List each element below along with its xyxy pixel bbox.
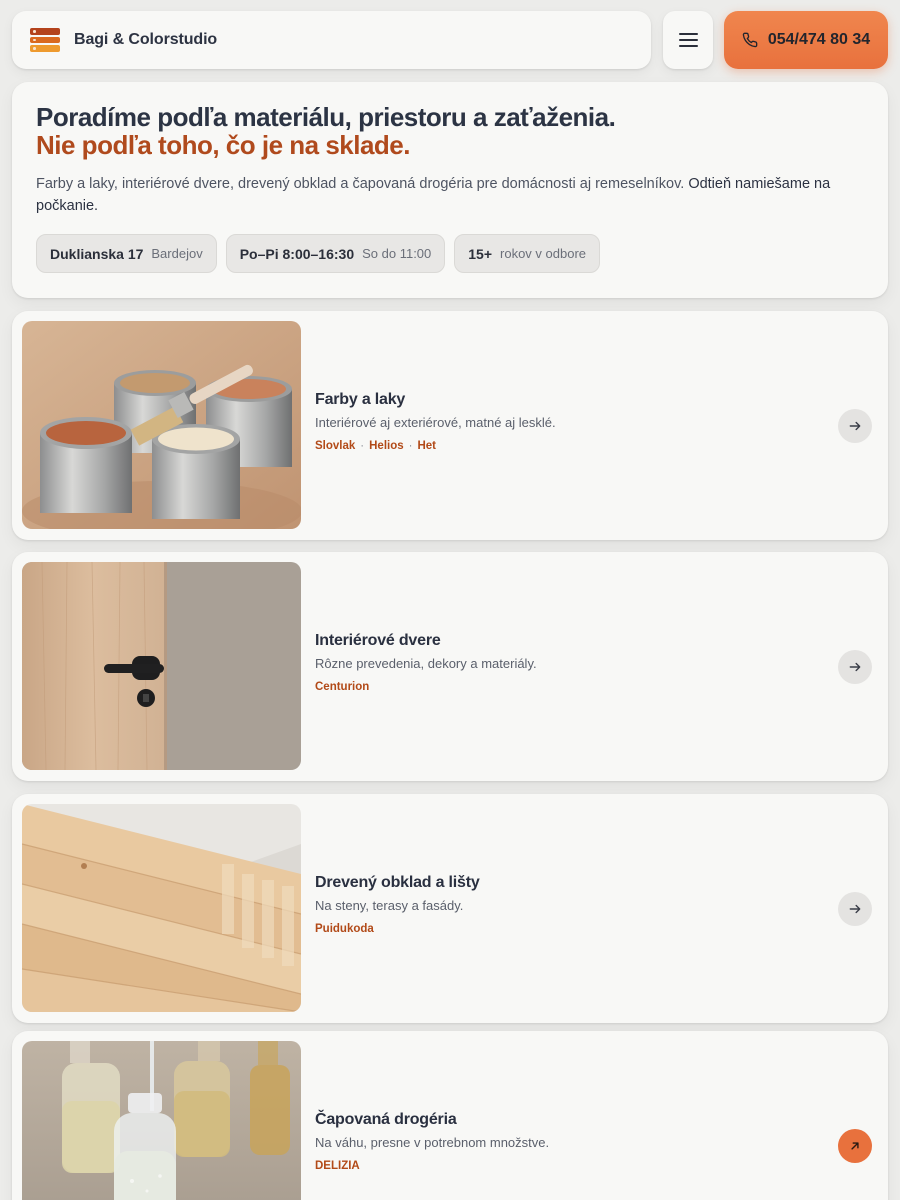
category-card-doors[interactable]: Interiérové dvere Rôzne prevedenia, deko… bbox=[12, 552, 888, 781]
open-category-button[interactable] bbox=[838, 409, 872, 443]
card-description: Rôzne prevedenia, dekory a materiály. bbox=[315, 656, 537, 671]
chip-main: 15+ bbox=[468, 245, 493, 262]
brand-tags: Slovlak · Helios · Het bbox=[315, 440, 437, 452]
experience-chip[interactable]: 15+ rokov v odbore bbox=[454, 234, 601, 273]
brand-tag: Het bbox=[417, 440, 437, 452]
arrow-up-right-icon bbox=[848, 1139, 862, 1153]
chip-sub: rokov v odbore bbox=[500, 246, 587, 261]
brand-bar[interactable]: Bagi & Colorstudio bbox=[12, 11, 651, 69]
phone-call-button[interactable]: 054/474 80 34 bbox=[724, 11, 888, 69]
hero-title-accent: Nie podľa toho, čo je na sklade. bbox=[36, 130, 411, 160]
chip-main: Po–Pi 8:00–16:30 bbox=[239, 245, 355, 262]
brand-name[interactable]: Bagi & Colorstudio bbox=[74, 31, 217, 49]
brand-tags: Puidukoda bbox=[315, 923, 480, 935]
glass-bottles-image bbox=[22, 1041, 301, 1200]
category-card-wood-cladding[interactable]: Drevený obklad a lišty Na steny, terasy … bbox=[12, 794, 888, 1023]
card-text: Čapovaná drogéria Na váhu, presne v potr… bbox=[315, 1111, 549, 1172]
arrow-right-icon bbox=[848, 902, 862, 916]
info-chips: Dukliansk​a 17 Bardejov Po–Pi 8:00–16:30… bbox=[36, 234, 864, 273]
category-card-drugstore[interactable]: Čapovaná drogéria Na váhu, presne v potr… bbox=[12, 1031, 888, 1200]
menu-button[interactable] bbox=[663, 11, 713, 69]
chip-sub: So do 11:00 bbox=[362, 246, 432, 261]
brand-tags: DELIZIA bbox=[315, 1160, 549, 1172]
card-description: Na váhu, presne v potrebnom množstve. bbox=[315, 1135, 550, 1150]
card-description: Na steny, terasy a fasády. bbox=[315, 898, 464, 913]
chip-main: Dukliansk​a 17 bbox=[50, 245, 144, 262]
card-text: Drevený obklad a lišty Na steny, terasy … bbox=[315, 874, 480, 935]
brand-logo-icon bbox=[30, 28, 60, 52]
hero-description-text: Farby a laky, interiérové dvere, drevený… bbox=[36, 176, 685, 192]
category-card-paints[interactable]: Farby a laky Interiérové aj exteriérové,… bbox=[12, 311, 888, 540]
brand-tag: Centurion bbox=[315, 681, 370, 693]
open-external-button[interactable] bbox=[838, 1129, 872, 1163]
paint-cans-image bbox=[22, 321, 301, 529]
card-title[interactable]: Farby a laky bbox=[315, 391, 556, 409]
opening-hours-chip[interactable]: Po–Pi 8:00–16:30 So do 11:00 bbox=[225, 234, 446, 273]
arrow-right-icon bbox=[848, 419, 862, 433]
hamburger-menu-icon bbox=[678, 33, 698, 47]
brand-tags: Centurion bbox=[315, 681, 537, 693]
chip-sub: Bardejov bbox=[151, 246, 203, 261]
hero-description: Farby a laky, interiérové dvere, drevený… bbox=[36, 173, 846, 217]
phone-number: 054/474 80 34 bbox=[767, 31, 871, 48]
brand-tag: Slovlak bbox=[315, 440, 356, 452]
phone-icon bbox=[742, 32, 758, 48]
hero-section: Poradíme podľa materiálu, priestoru a za… bbox=[12, 82, 888, 298]
card-text: Farby a laky Interiérové aj exteriérové,… bbox=[315, 391, 556, 452]
card-description: Interiérové aj exteriérové, matné aj les… bbox=[315, 415, 556, 430]
arrow-right-icon bbox=[848, 660, 862, 674]
hero-title: Poradíme podľa materiálu, priestoru a za… bbox=[36, 102, 616, 132]
card-title[interactable]: Interiérové dvere bbox=[315, 632, 537, 650]
card-title[interactable]: Drevený obklad a lišty bbox=[315, 874, 480, 892]
brand-tag: Helios bbox=[369, 440, 404, 452]
wood-planks-image bbox=[22, 804, 301, 1012]
card-text: Interiérové dvere Rôzne prevedenia, deko… bbox=[315, 632, 537, 693]
card-title[interactable]: Čapovaná drogéria bbox=[315, 1111, 549, 1129]
address-chip[interactable]: Dukliansk​a 17 Bardejov bbox=[36, 234, 217, 273]
door-handle-image bbox=[22, 562, 301, 770]
site-header: Bagi & Colorstudio 054/474 80 34 bbox=[12, 11, 888, 70]
brand-tag: Puidukoda bbox=[315, 923, 374, 935]
open-category-button[interactable] bbox=[838, 650, 872, 684]
brand-tag: DELIZIA bbox=[315, 1160, 360, 1172]
open-category-button[interactable] bbox=[838, 892, 872, 926]
